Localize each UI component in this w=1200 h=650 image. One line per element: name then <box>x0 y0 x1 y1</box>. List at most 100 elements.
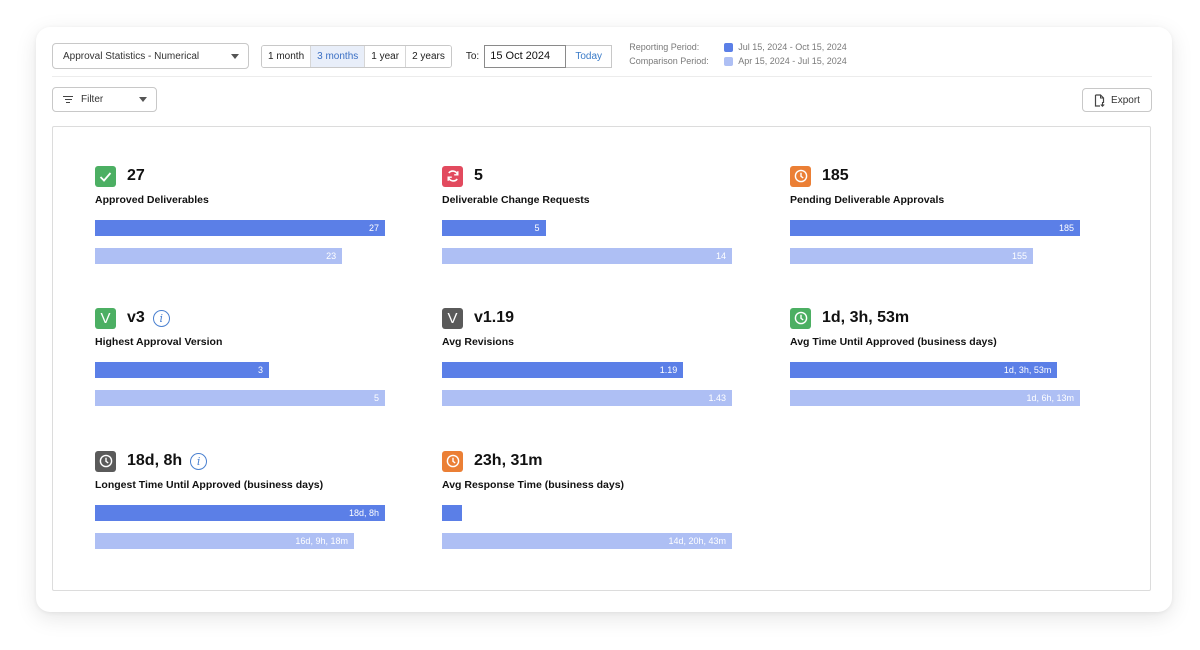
range-button-1-year[interactable]: 1 year <box>365 45 407 67</box>
clock-icon <box>95 450 116 472</box>
comparison-bar-label: 14d, 20h, 43m <box>668 536 726 546</box>
comparison-bar-label: 16d, 9h, 18m <box>295 536 348 546</box>
metrics-panel: 27 Approved Deliverables 27 23 5 Deliverable … <box>52 126 1151 591</box>
comparison-period-bar: 16d, 9h, 18m <box>95 533 354 549</box>
comparison-period-bar: 14 <box>442 248 732 264</box>
period-legend: Reporting Period: Jul 15, 2024 - Oct 15,… <box>629 40 847 68</box>
version-icon: V <box>442 307 463 329</box>
to-date-input[interactable] <box>484 44 567 68</box>
metric-header: 23h, 31m <box>442 450 732 472</box>
reporting-period-bar: 1d, 3h, 53m <box>790 362 1058 378</box>
version-icon: V <box>95 307 116 329</box>
metric-label: Approved Deliverables <box>95 194 209 206</box>
metric-header: 5 <box>442 165 732 187</box>
filter-icon <box>63 95 73 104</box>
reporting-bar-label: 5 <box>534 223 540 233</box>
clock-icon <box>442 450 463 472</box>
reporting-bar-label: 3 <box>257 365 263 375</box>
filter-label: Filter <box>81 94 104 105</box>
comparison-period-row: Comparison Period: Apr 15, 2024 - Jul 15… <box>629 54 847 68</box>
reporting-bar-label: 1d, 3h, 53m <box>1003 365 1052 375</box>
metric-label: Pending Deliverable Approvals <box>790 194 945 206</box>
comparison-period-label: Comparison Period: <box>629 56 709 66</box>
comparison-bar-label: 5 <box>373 393 379 403</box>
range-button-3-months[interactable]: 3 months <box>311 45 366 67</box>
clock-icon <box>790 307 811 329</box>
report-type-value: Approval Statistics - Numerical <box>63 50 200 62</box>
metric-header: 1d, 3h, 53m <box>790 307 1080 329</box>
reporting-swatch-icon <box>724 42 734 52</box>
reporting-period-bar: 3 <box>95 362 269 378</box>
metric-label: Highest Approval Version <box>95 336 223 348</box>
comparison-bar-label: 14 <box>715 251 726 261</box>
comparison-bar-label: 1.43 <box>708 393 726 403</box>
clock-icon <box>790 165 811 187</box>
metric-card-avg-time-until-approved-business-days: 1d, 3h, 53m Avg Time Until Approved (busi… <box>790 307 1080 406</box>
info-icon[interactable]: i <box>152 309 170 327</box>
date-picker: Today <box>484 44 613 68</box>
comparison-period-bar: 155 <box>790 248 1034 264</box>
metric-header: 18d, 8h i <box>95 450 385 472</box>
reporting-bar-label: 185 <box>1058 223 1074 233</box>
metric-value: v3 <box>127 309 145 326</box>
info-icon[interactable]: i <box>190 452 208 470</box>
metric-header: Vv3 i <box>95 307 385 329</box>
reporting-period-bar <box>442 505 462 521</box>
comparison-period-bar: 23 <box>95 248 343 264</box>
metric-card-pending-deliverable-approvals: 185 Pending Deliverable Approvals 185 155 <box>790 165 1080 264</box>
metric-header: 185 <box>790 165 1080 187</box>
report-card: Approval Statistics - Numerical 1 month 3… <box>36 27 1172 612</box>
reporting-period-bar: 18d, 8h <box>95 505 385 521</box>
reporting-period-bar: 5 <box>442 220 546 236</box>
metric-value: v1.19 <box>474 309 515 326</box>
export-button[interactable]: Export <box>1082 88 1152 112</box>
today-button[interactable]: Today <box>566 44 613 68</box>
comparison-period-bar: 1.43 <box>442 390 732 406</box>
comparison-period-bar: 1d, 6h, 13m <box>790 390 1080 406</box>
reporting-bar-label: 1.19 <box>659 365 678 375</box>
to-label: To: <box>465 50 480 62</box>
metric-card-avg-revisions: Vv1.19 Avg Revisions 1.19 1.43 <box>442 307 732 406</box>
metric-value: 18d, 8h <box>127 452 183 469</box>
comparison-period-value: Apr 15, 2024 - Jul 15, 2024 <box>738 56 847 66</box>
metric-header: 27 <box>95 165 385 187</box>
report-type-select[interactable]: Approval Statistics - Numerical <box>52 43 249 69</box>
metric-card-approved-deliverables: 27 Approved Deliverables 27 23 <box>95 165 385 264</box>
reporting-period-value: Jul 15, 2024 - Oct 15, 2024 <box>738 42 847 52</box>
comparison-period-bar: 14d, 20h, 43m <box>442 533 732 549</box>
metric-label: Avg Revisions <box>442 336 514 348</box>
reporting-period-label: Reporting Period: <box>629 42 700 52</box>
comparison-bar-label: 1d, 6h, 13m <box>1026 393 1074 403</box>
metric-header: Vv1.19 <box>442 307 732 329</box>
filter-dropdown[interactable]: Filter <box>52 87 157 112</box>
export-file-icon <box>1094 93 1105 107</box>
reporting-period-bar: 27 <box>95 220 385 236</box>
range-button-1-month[interactable]: 1 month <box>262 45 312 67</box>
comparison-bar-label: 23 <box>326 251 337 261</box>
metric-value: 185 <box>822 167 849 184</box>
date-range-group: 1 month 3 months 1 year 2 years <box>261 44 452 68</box>
metric-card-avg-response-time-business-days: 23h, 31m Avg Response Time (business days… <box>442 450 732 549</box>
metric-value: 27 <box>127 167 145 184</box>
chevron-down-icon <box>231 53 239 59</box>
reporting-bar-label: 27 <box>368 223 379 233</box>
comparison-period-bar: 5 <box>95 390 385 406</box>
refresh-icon <box>442 165 463 187</box>
check-icon <box>95 165 116 187</box>
reporting-period-bar: 1.19 <box>442 362 684 378</box>
metric-label: Avg Response Time (business days) <box>442 479 625 491</box>
chevron-down-icon <box>139 97 147 102</box>
metric-label: Deliverable Change Requests <box>442 194 590 206</box>
metric-value: 23h, 31m <box>474 452 543 469</box>
metric-value: 5 <box>474 167 483 184</box>
toolbar: Approval Statistics - Numerical 1 month 3… <box>52 41 1152 71</box>
metric-label: Longest Time Until Approved (business da… <box>95 479 324 491</box>
range-button-2-years[interactable]: 2 years <box>406 45 451 67</box>
comparison-bar-label: 155 <box>1011 251 1028 261</box>
metric-card-deliverable-change-requests: 5 Deliverable Change Requests 5 14 <box>442 165 732 264</box>
metric-value: 1d, 3h, 53m <box>822 309 910 326</box>
comparison-swatch-icon <box>724 56 734 66</box>
toolbar-divider <box>52 76 1152 77</box>
metric-label: Avg Time Until Approved (business days) <box>790 336 997 348</box>
metric-card-longest-time-until-approved-business-days: 18d, 8h i Longest Time Until Approved (bus… <box>95 450 385 549</box>
